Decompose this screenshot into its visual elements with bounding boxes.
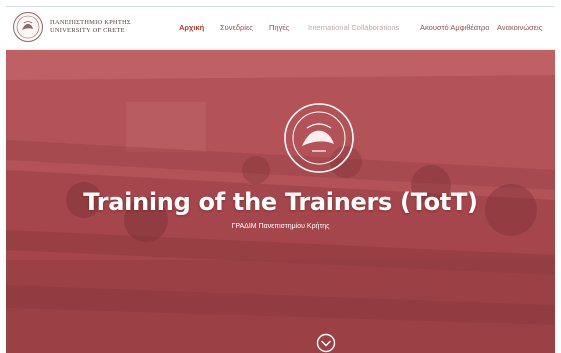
chevron-down-circle-icon[interactable]: [316, 333, 336, 353]
browser-viewport: ΠΑΝΕΠΙΣΤΗΜΙΟ ΚΡΗΤΗΣ UNIVERSITY OF CRETE …: [6, 6, 555, 353]
hero-banner: Training of the Trainers (TotT) ΓΡΑΔΙΜ Π…: [6, 50, 555, 353]
nav-item-sessions[interactable]: Συνεδρίες: [220, 23, 253, 32]
main-nav: Αρχική Συνεδρίες Πηγές International Col…: [6, 23, 555, 37]
hero-subtitle: ΓΡΑΔΙΜ Πανεπιστημίου Κρήτης: [231, 223, 330, 230]
nav-item-announcements[interactable]: Ανακοινώσεις: [497, 23, 542, 32]
university-seal-icon: [284, 103, 354, 173]
hero-title: Training of the Trainers (TotT): [83, 188, 478, 216]
nav-item-resources[interactable]: Πηγές: [269, 23, 289, 32]
nav-item-lecture-hall[interactable]: Ακουστό Αμφιθέατρο: [420, 23, 489, 32]
site-header: ΠΑΝΕΠΙΣΤΗΜΙΟ ΚΡΗΤΗΣ UNIVERSITY OF CRETE …: [6, 6, 555, 50]
nav-item-home[interactable]: Αρχική: [179, 23, 204, 32]
nav-item-international-collaborations[interactable]: International Collaborations: [308, 23, 399, 32]
